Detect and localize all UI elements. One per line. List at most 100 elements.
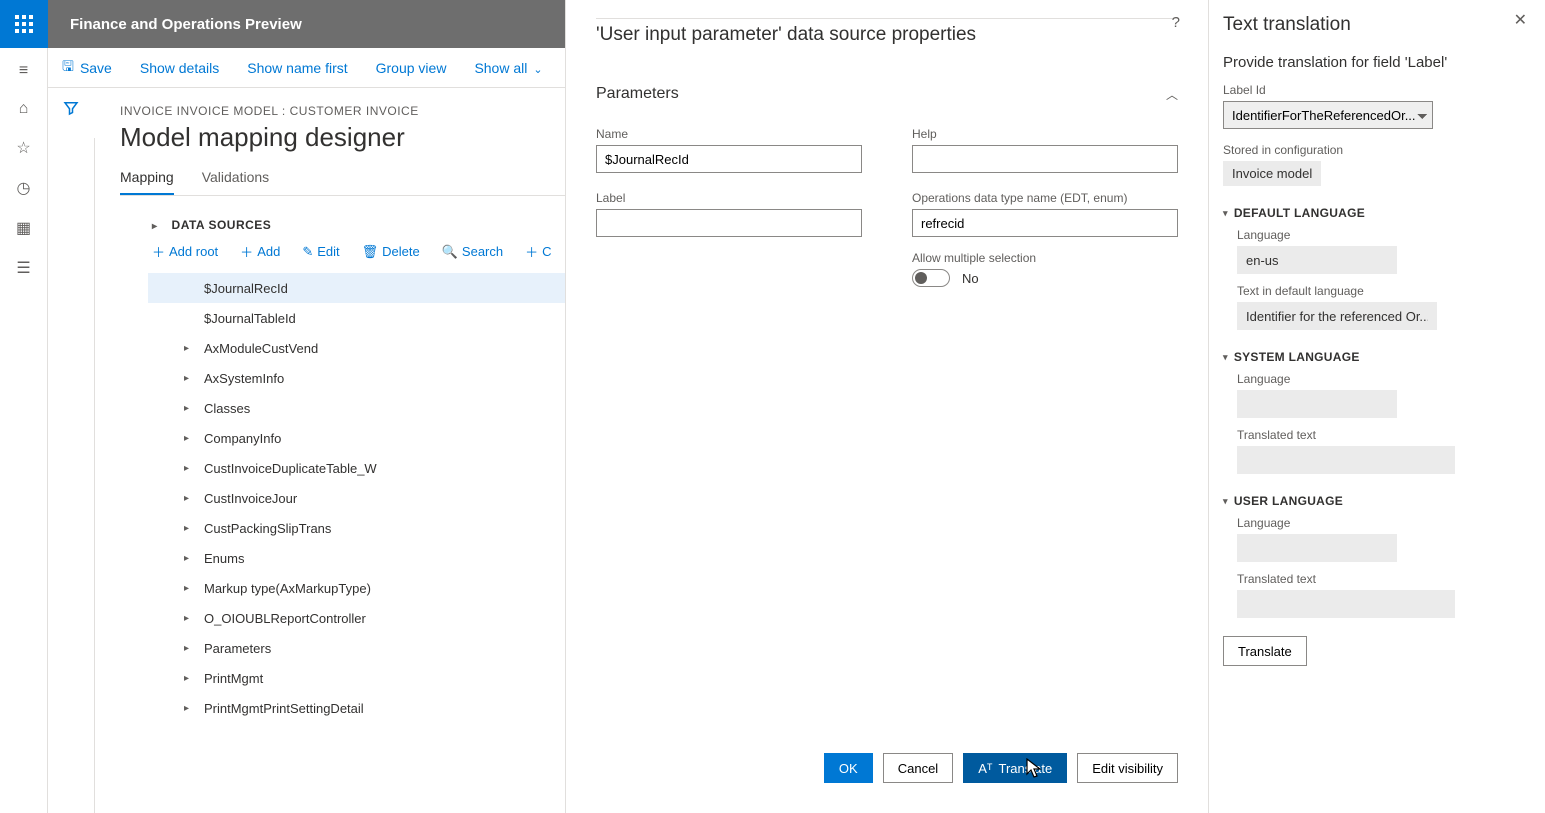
save-icon: 🖫 xyxy=(62,56,74,80)
modules-icon[interactable]: ☰ xyxy=(16,258,30,278)
tree-item-label: AxSystemInfo xyxy=(204,371,284,386)
vertical-divider xyxy=(94,138,95,813)
label-input[interactable] xyxy=(596,209,862,237)
save-label: Save xyxy=(80,60,112,76)
show-all-button[interactable]: Show all xyxy=(474,60,542,76)
help-icon[interactable]: ? xyxy=(1172,14,1180,31)
product-title: Finance and Operations Preview xyxy=(48,16,302,33)
default-text-label: Text in default language xyxy=(1237,284,1525,298)
hamburger-icon[interactable]: ≡ xyxy=(19,62,28,80)
datasources-title: DATA SOURCES xyxy=(172,218,272,232)
user-lang-value xyxy=(1237,534,1397,562)
translation-panel: ✕ Text translation Provide translation f… xyxy=(1208,0,1545,813)
labelid-select[interactable]: IdentifierForTheReferencedOr... xyxy=(1223,101,1433,129)
group-default-header[interactable]: DEFAULT LANGUAGE xyxy=(1223,206,1525,220)
user-lang-label: Language xyxy=(1237,516,1525,530)
parameters-section-header[interactable]: Parameters ︿ xyxy=(596,85,1178,103)
allowmulti-toggle[interactable] xyxy=(912,269,950,287)
allowmulti-label: Allow multiple selection xyxy=(912,251,1178,265)
tree-item-label: CustPackingSlipTrans xyxy=(204,521,331,536)
edit-label: Edit xyxy=(317,244,339,259)
edit-button[interactable]: ✎ Edit xyxy=(302,242,339,261)
ok-button[interactable]: OK xyxy=(824,753,873,783)
name-input[interactable] xyxy=(596,145,862,173)
chevron-right-icon xyxy=(184,523,194,534)
add-button[interactable]: ＋Add xyxy=(240,242,280,261)
help-input[interactable] xyxy=(912,145,1178,173)
delete-label: Delete xyxy=(382,244,420,259)
system-lang-value xyxy=(1237,390,1397,418)
recent-icon[interactable]: ◷ xyxy=(17,178,31,198)
home-icon[interactable]: ⌂ xyxy=(19,100,29,118)
chevron-right-icon xyxy=(184,583,194,594)
panel-translate-button[interactable]: Translate xyxy=(1223,636,1307,666)
extra-label: C xyxy=(542,244,551,259)
trash-icon: 🗑 xyxy=(362,244,379,260)
filter-button[interactable] xyxy=(48,88,94,128)
chevron-down-icon xyxy=(533,60,542,76)
storedin-value: Invoice model xyxy=(1223,161,1321,186)
delete-button[interactable]: 🗑Delete xyxy=(362,242,420,261)
properties-footer: OK Cancel Aᵀ Translate Edit visibility xyxy=(824,753,1178,783)
close-icon[interactable]: ✕ xyxy=(1514,10,1527,30)
group-user-title: USER LANGUAGE xyxy=(1234,494,1343,508)
chevron-right-icon xyxy=(184,403,194,414)
filter-icon xyxy=(62,99,80,117)
tree-item-label: PrintMgmtPrintSettingDetail xyxy=(204,701,364,716)
help-label: Help xyxy=(912,127,1178,141)
edt-label: Operations data type name (EDT, enum) xyxy=(912,191,1178,205)
extra-button[interactable]: ＋C xyxy=(525,242,551,261)
save-button[interactable]: 🖫 Save xyxy=(62,56,112,80)
chevron-right-icon xyxy=(184,703,194,714)
group-view-button[interactable]: Group view xyxy=(376,60,447,76)
system-lang-label: Language xyxy=(1237,372,1525,386)
pencil-icon: ✎ xyxy=(302,244,313,260)
tree-item-label: $JournalRecId xyxy=(204,281,288,296)
allowmulti-value: No xyxy=(962,271,979,286)
user-text-value xyxy=(1237,590,1455,618)
favorite-icon[interactable]: ☆ xyxy=(16,138,30,158)
show-all-label: Show all xyxy=(474,60,527,76)
show-name-first-button[interactable]: Show name first xyxy=(247,60,347,76)
tab-mapping[interactable]: Mapping xyxy=(120,169,174,195)
translation-title: Text translation xyxy=(1223,14,1525,36)
group-default-title: DEFAULT LANGUAGE xyxy=(1234,206,1365,220)
search-button[interactable]: 🔍Search xyxy=(442,242,503,261)
tree-item-label: Parameters xyxy=(204,641,271,656)
tab-validations[interactable]: Validations xyxy=(202,169,269,195)
plus-icon: ＋ xyxy=(240,242,253,261)
chevron-right-icon xyxy=(152,218,162,232)
edit-visibility-button[interactable]: Edit visibility xyxy=(1077,753,1178,783)
translate-button[interactable]: Aᵀ Translate xyxy=(963,753,1067,783)
tree-item-label: PrintMgmt xyxy=(204,671,263,686)
tree-item-label: Classes xyxy=(204,401,250,416)
tree-item-label: Enums xyxy=(204,551,244,566)
cancel-button[interactable]: Cancel xyxy=(883,753,953,783)
edt-select[interactable]: refrecid xyxy=(912,209,1178,237)
tree-item-label: Markup type(AxMarkupType) xyxy=(204,581,371,596)
left-rail: ≡ ⌂ ☆ ◷ ▦ ☰ xyxy=(0,48,48,813)
default-lang-value xyxy=(1237,246,1397,274)
label-label: Label xyxy=(596,191,862,205)
group-user-header[interactable]: USER LANGUAGE xyxy=(1223,494,1525,508)
chevron-right-icon xyxy=(184,343,194,354)
show-details-label: Show details xyxy=(140,60,219,76)
group-system-header[interactable]: SYSTEM LANGUAGE xyxy=(1223,350,1525,364)
add-root-button[interactable]: ＋Add root xyxy=(152,242,218,261)
plus-icon: ＋ xyxy=(525,242,538,261)
translate-label: Translate xyxy=(998,761,1052,776)
system-text-label: Translated text xyxy=(1237,428,1525,442)
tree-item-label: CustInvoiceJour xyxy=(204,491,297,506)
tree-item-label: $JournalTableId xyxy=(204,311,296,326)
user-text-label: Translated text xyxy=(1237,572,1525,586)
chevron-right-icon xyxy=(184,553,194,564)
chevron-right-icon xyxy=(184,643,194,654)
chevron-right-icon xyxy=(184,613,194,624)
plus-icon: ＋ xyxy=(152,242,165,261)
workspace-icon[interactable]: ▦ xyxy=(16,218,31,238)
show-details-button[interactable]: Show details xyxy=(140,60,219,76)
chevron-right-icon xyxy=(184,673,194,684)
tree-item-label: CustInvoiceDuplicateTable_W xyxy=(204,461,377,476)
app-launcher-button[interactable] xyxy=(0,0,48,48)
tree-item-label: O_OIOUBLReportController xyxy=(204,611,366,626)
